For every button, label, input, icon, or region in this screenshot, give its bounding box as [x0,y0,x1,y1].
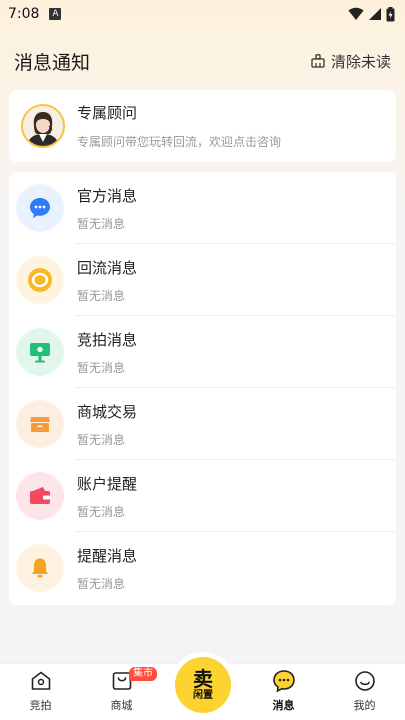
message-icon-bg [16,184,64,232]
battery-icon [386,6,395,21]
sell-idle-button[interactable]: 卖 闲置 [175,657,231,713]
tab-label: 竞拍 [29,699,52,712]
message-title: 账户提醒 [77,474,138,493]
message-subtitle: 暂无消息 [77,432,126,447]
message-icon-bg [16,544,64,592]
status-time: 7:08 [8,6,40,22]
notification-icon: A [49,8,62,20]
profile-icon [354,671,375,691]
advisor-card[interactable]: 专属顾问 专属顾问带您玩转回流，欢迎点击咨询 [9,90,396,162]
tab-auction[interactable]: 竞拍 [0,663,81,720]
market-badge: 集市 [129,667,157,681]
message-subtitle: 暂无消息 [77,216,126,231]
message-title: 竞拍消息 [77,330,138,349]
message-icon-bg [16,328,64,376]
message-list: 官方消息 暂无消息 回流消息 暂无消息 竞拍消息 暂无消息 商城交易 暂无消息 … [9,172,396,605]
tab-label: 消息 [272,699,295,712]
tab-messages[interactable]: 消息 [243,663,324,720]
advisor-title: 专属顾问 [77,104,138,122]
store-icon [30,417,50,432]
message-item-recycle[interactable]: 回流消息 暂无消息 [9,244,396,316]
sell-button-wrap: 卖 闲置 [170,652,236,718]
tab-mall[interactable]: 集市 商城 [81,663,162,720]
message-icon-bg [16,256,64,304]
tab-profile[interactable]: 我的 [324,663,405,720]
signal-icon [369,8,381,20]
message-subtitle: 暂无消息 [77,288,126,303]
sell-sub-label: 闲置 [193,689,213,701]
wallet-icon [30,487,50,504]
message-title: 提醒消息 [77,546,138,565]
status-bar: 7:08 A [0,0,405,28]
sell-main-label: 卖 [193,666,213,691]
broom-icon [311,54,325,68]
message-item-account[interactable]: 账户提醒 暂无消息 [9,460,396,532]
message-item-auction[interactable]: 竞拍消息 暂无消息 [9,316,396,388]
page-title: 消息通知 [14,51,91,74]
message-item-official[interactable]: 官方消息 暂无消息 [9,172,396,244]
home-icon [31,671,50,690]
message-icon-bg [16,472,64,520]
message-subtitle: 暂无消息 [77,360,126,375]
tab-label: 商城 [110,699,133,712]
message-subtitle: 暂无消息 [77,576,126,591]
auction-icon [30,343,50,363]
message-icon-bg [16,400,64,448]
clear-unread-label: 清除未读 [330,52,391,71]
chat-bubble-icon [30,198,50,218]
advisor-subtitle: 专属顾问带您玩转回流，欢迎点击咨询 [77,135,282,149]
message-title: 商城交易 [77,402,138,421]
advisor-avatar [21,104,65,148]
message-item-store[interactable]: 商城交易 暂无消息 [9,388,396,460]
clear-unread-button[interactable]: 清除未读 [311,51,391,72]
recycle-icon [28,268,52,292]
message-item-reminder[interactable]: 提醒消息 暂无消息 [9,532,396,604]
bell-icon [32,558,48,578]
message-icon [272,670,295,693]
wifi-icon [348,7,364,20]
message-subtitle: 暂无消息 [77,504,126,519]
message-title: 官方消息 [77,186,138,205]
tab-label: 我的 [353,699,376,712]
message-title: 回流消息 [77,258,138,277]
header: 消息通知 清除未读 [0,44,405,78]
